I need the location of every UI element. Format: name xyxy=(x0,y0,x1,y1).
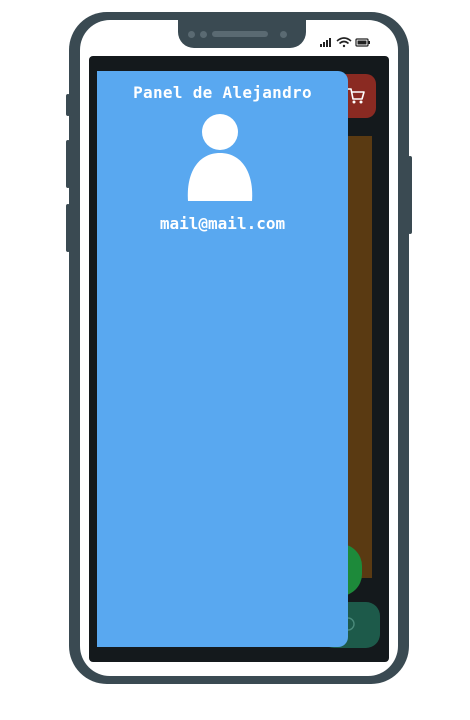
user-avatar-icon xyxy=(187,114,253,201)
drawer-title: Panel de Alejandro xyxy=(133,83,312,102)
camera-dot xyxy=(188,31,195,38)
signal-icon xyxy=(320,38,331,47)
status-bar-icons xyxy=(320,37,370,48)
drawer-email: mail@mail.com xyxy=(159,214,286,233)
power-button xyxy=(408,156,412,234)
earpiece-speaker xyxy=(212,31,268,37)
silent-switch xyxy=(66,94,70,116)
battery-icon xyxy=(355,38,370,47)
wifi-icon xyxy=(336,37,352,48)
front-camera-dot xyxy=(280,31,287,38)
volume-down-button xyxy=(66,204,70,252)
volume-up-button xyxy=(66,140,70,188)
side-drawer: Panel de Alejandro mail@mail.com xyxy=(97,71,348,647)
sensor-dot xyxy=(200,31,207,38)
device-mockup: Panel de Alejandro mail@mail.com xyxy=(0,0,470,720)
shopping-cart-icon xyxy=(348,88,365,104)
